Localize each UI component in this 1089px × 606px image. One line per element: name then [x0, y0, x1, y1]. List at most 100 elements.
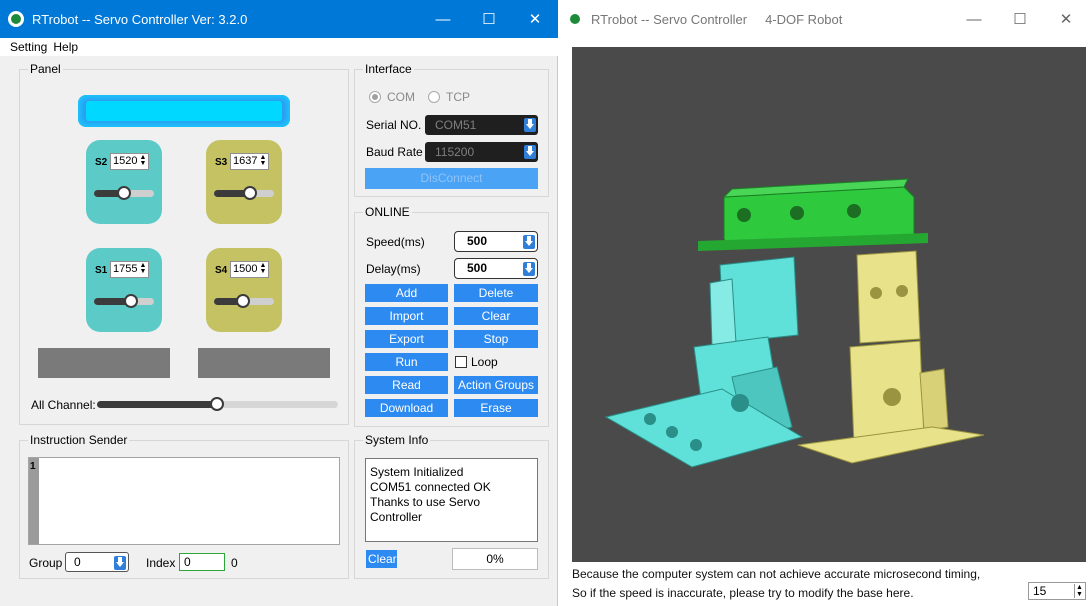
- minimize-button[interactable]: —: [420, 0, 466, 38]
- servo-s1-spinbox[interactable]: 1755 ▲ ▼: [110, 261, 149, 278]
- delete-button[interactable]: Delete: [454, 284, 538, 302]
- download-button[interactable]: Download: [365, 399, 448, 417]
- online-title: ONLINE: [363, 205, 412, 219]
- radio-com-label: COM: [387, 90, 415, 104]
- servo-s2-label: S2: [95, 157, 108, 168]
- export-button[interactable]: Export: [365, 330, 448, 348]
- status-led-bar: [78, 95, 290, 127]
- system-info-title: System Info: [363, 433, 431, 447]
- loop-label: Loop: [471, 355, 498, 369]
- group-select[interactable]: 0: [65, 552, 129, 572]
- group-value: 0: [74, 555, 81, 569]
- log-line: Controller: [370, 510, 423, 524]
- servo-s2-slider[interactable]: [94, 186, 154, 200]
- servo-s2-value: 1520: [113, 155, 138, 167]
- viewer-titlebar[interactable]: RTrobot -- Servo Controller 4-DOF Robot …: [559, 0, 1089, 38]
- delay-select[interactable]: 500: [454, 258, 538, 279]
- maximize-button[interactable]: ☐: [997, 0, 1043, 38]
- import-button[interactable]: Import: [365, 307, 448, 325]
- timing-note-line1: Because the computer system can not achi…: [572, 567, 981, 581]
- viewer-window: RTrobot -- Servo Controller 4-DOF Robot …: [559, 0, 1089, 606]
- controller-titlebar[interactable]: RTrobot -- Servo Controller Ver: 3.2.0 —…: [0, 0, 558, 38]
- progress-indicator: 0%: [452, 548, 538, 570]
- close-button[interactable]: ✕: [1043, 0, 1089, 38]
- controller-window-title: RTrobot -- Servo Controller Ver: 3.2.0: [32, 11, 248, 27]
- controller-window: RTrobot -- Servo Controller Ver: 3.2.0 —…: [0, 0, 558, 606]
- robot-model-icon: [604, 178, 985, 468]
- servo-card-s4: S4 1500 ▲ ▼: [206, 248, 282, 332]
- serial-select[interactable]: COM51: [425, 115, 538, 135]
- close-button[interactable]: ✕: [512, 0, 558, 38]
- dropdown-arrow-icon: [524, 145, 536, 159]
- servo-s2-spinbox[interactable]: 1520 ▲ ▼: [110, 153, 149, 170]
- placeholder-block-right: [198, 348, 330, 378]
- disconnect-button[interactable]: DisConnect: [365, 168, 538, 189]
- index-input[interactable]: 0: [179, 553, 225, 571]
- baud-select[interactable]: 115200: [425, 142, 538, 162]
- clear-log-button[interactable]: Clear: [366, 550, 397, 568]
- radio-tcp[interactable]: TCP: [428, 90, 470, 104]
- erase-button[interactable]: Erase: [454, 399, 538, 417]
- spin-arrows-icon[interactable]: ▲ ▼: [1074, 584, 1084, 598]
- placeholder-block-left: [38, 348, 170, 378]
- robot-3d-viewport[interactable]: [572, 47, 1086, 562]
- radio-tcp-label: TCP: [446, 90, 470, 104]
- log-line: System Initialized: [370, 465, 464, 479]
- index-total: 0: [231, 556, 238, 570]
- add-button[interactable]: Add: [365, 284, 448, 302]
- all-channel-label: All Channel:: [31, 398, 96, 412]
- maximize-button[interactable]: ☐: [466, 0, 512, 38]
- spin-arrows-icon[interactable]: ▲ ▼: [139, 154, 147, 168]
- servo-s4-spinbox[interactable]: 1500 ▲ ▼: [230, 261, 269, 278]
- slider-knob[interactable]: [236, 294, 250, 308]
- action-groups-button[interactable]: Action Groups: [454, 376, 538, 394]
- dropdown-arrow-icon: [523, 235, 535, 249]
- serial-label: Serial NO.: [366, 118, 422, 132]
- read-button[interactable]: Read: [365, 376, 448, 394]
- servo-s4-label: S4: [215, 265, 228, 276]
- delay-label: Delay(ms): [366, 262, 421, 276]
- dropdown-arrow-icon: [114, 556, 126, 570]
- servo-s1-slider[interactable]: [94, 294, 154, 308]
- spin-arrows-icon[interactable]: ▲ ▼: [259, 154, 267, 168]
- minimize-button[interactable]: —: [951, 0, 997, 38]
- servo-s1-value: 1755: [113, 263, 138, 275]
- stop-button[interactable]: Stop: [454, 330, 538, 348]
- run-button[interactable]: Run: [365, 353, 448, 371]
- delay-value: 500: [467, 261, 488, 275]
- speed-label: Speed(ms): [366, 235, 425, 249]
- spin-arrows-icon[interactable]: ▲ ▼: [259, 262, 267, 276]
- slider-knob[interactable]: [124, 294, 138, 308]
- baud-value: 115200: [435, 145, 475, 159]
- speed-select[interactable]: 500: [454, 231, 538, 252]
- slider-knob[interactable]: [117, 186, 131, 200]
- servo-s1-label: S1: [95, 265, 108, 276]
- servo-s3-spinbox[interactable]: 1637 ▲ ▼: [230, 153, 269, 170]
- spin-arrows-icon[interactable]: ▲ ▼: [139, 262, 147, 276]
- log-line: COM51 connected OK: [370, 480, 491, 494]
- log-line: Thanks to use Servo: [370, 495, 481, 509]
- menu-help[interactable]: Help: [50, 38, 81, 56]
- servo-s4-slider[interactable]: [214, 294, 274, 308]
- radio-dot-icon: [428, 91, 440, 103]
- panel-title: Panel: [28, 62, 63, 76]
- loop-checkbox[interactable]: Loop: [455, 355, 498, 369]
- radio-com[interactable]: COM: [369, 90, 415, 104]
- all-channel-slider[interactable]: [97, 397, 338, 411]
- clear-button[interactable]: Clear: [454, 307, 538, 325]
- menu-setting[interactable]: Setting: [0, 38, 50, 56]
- servo-card-s2: S2 1520 ▲ ▼: [86, 140, 162, 224]
- instruction-editor[interactable]: 1: [28, 457, 340, 545]
- speed-value: 500: [467, 234, 488, 248]
- app-logo-icon: [567, 11, 583, 27]
- servo-card-s1: S1 1755 ▲ ▼: [86, 248, 162, 332]
- menu-bar: Setting Help: [0, 38, 558, 56]
- group-label: Group: [29, 556, 63, 570]
- line-gutter: 1: [29, 458, 39, 544]
- radio-dot-icon: [369, 91, 381, 103]
- slider-knob[interactable]: [243, 186, 257, 200]
- slider-knob[interactable]: [210, 397, 224, 411]
- serial-value: COM51: [435, 118, 477, 132]
- servo-s3-slider[interactable]: [214, 186, 274, 200]
- base-spinbox[interactable]: 15 ▲ ▼: [1028, 582, 1086, 600]
